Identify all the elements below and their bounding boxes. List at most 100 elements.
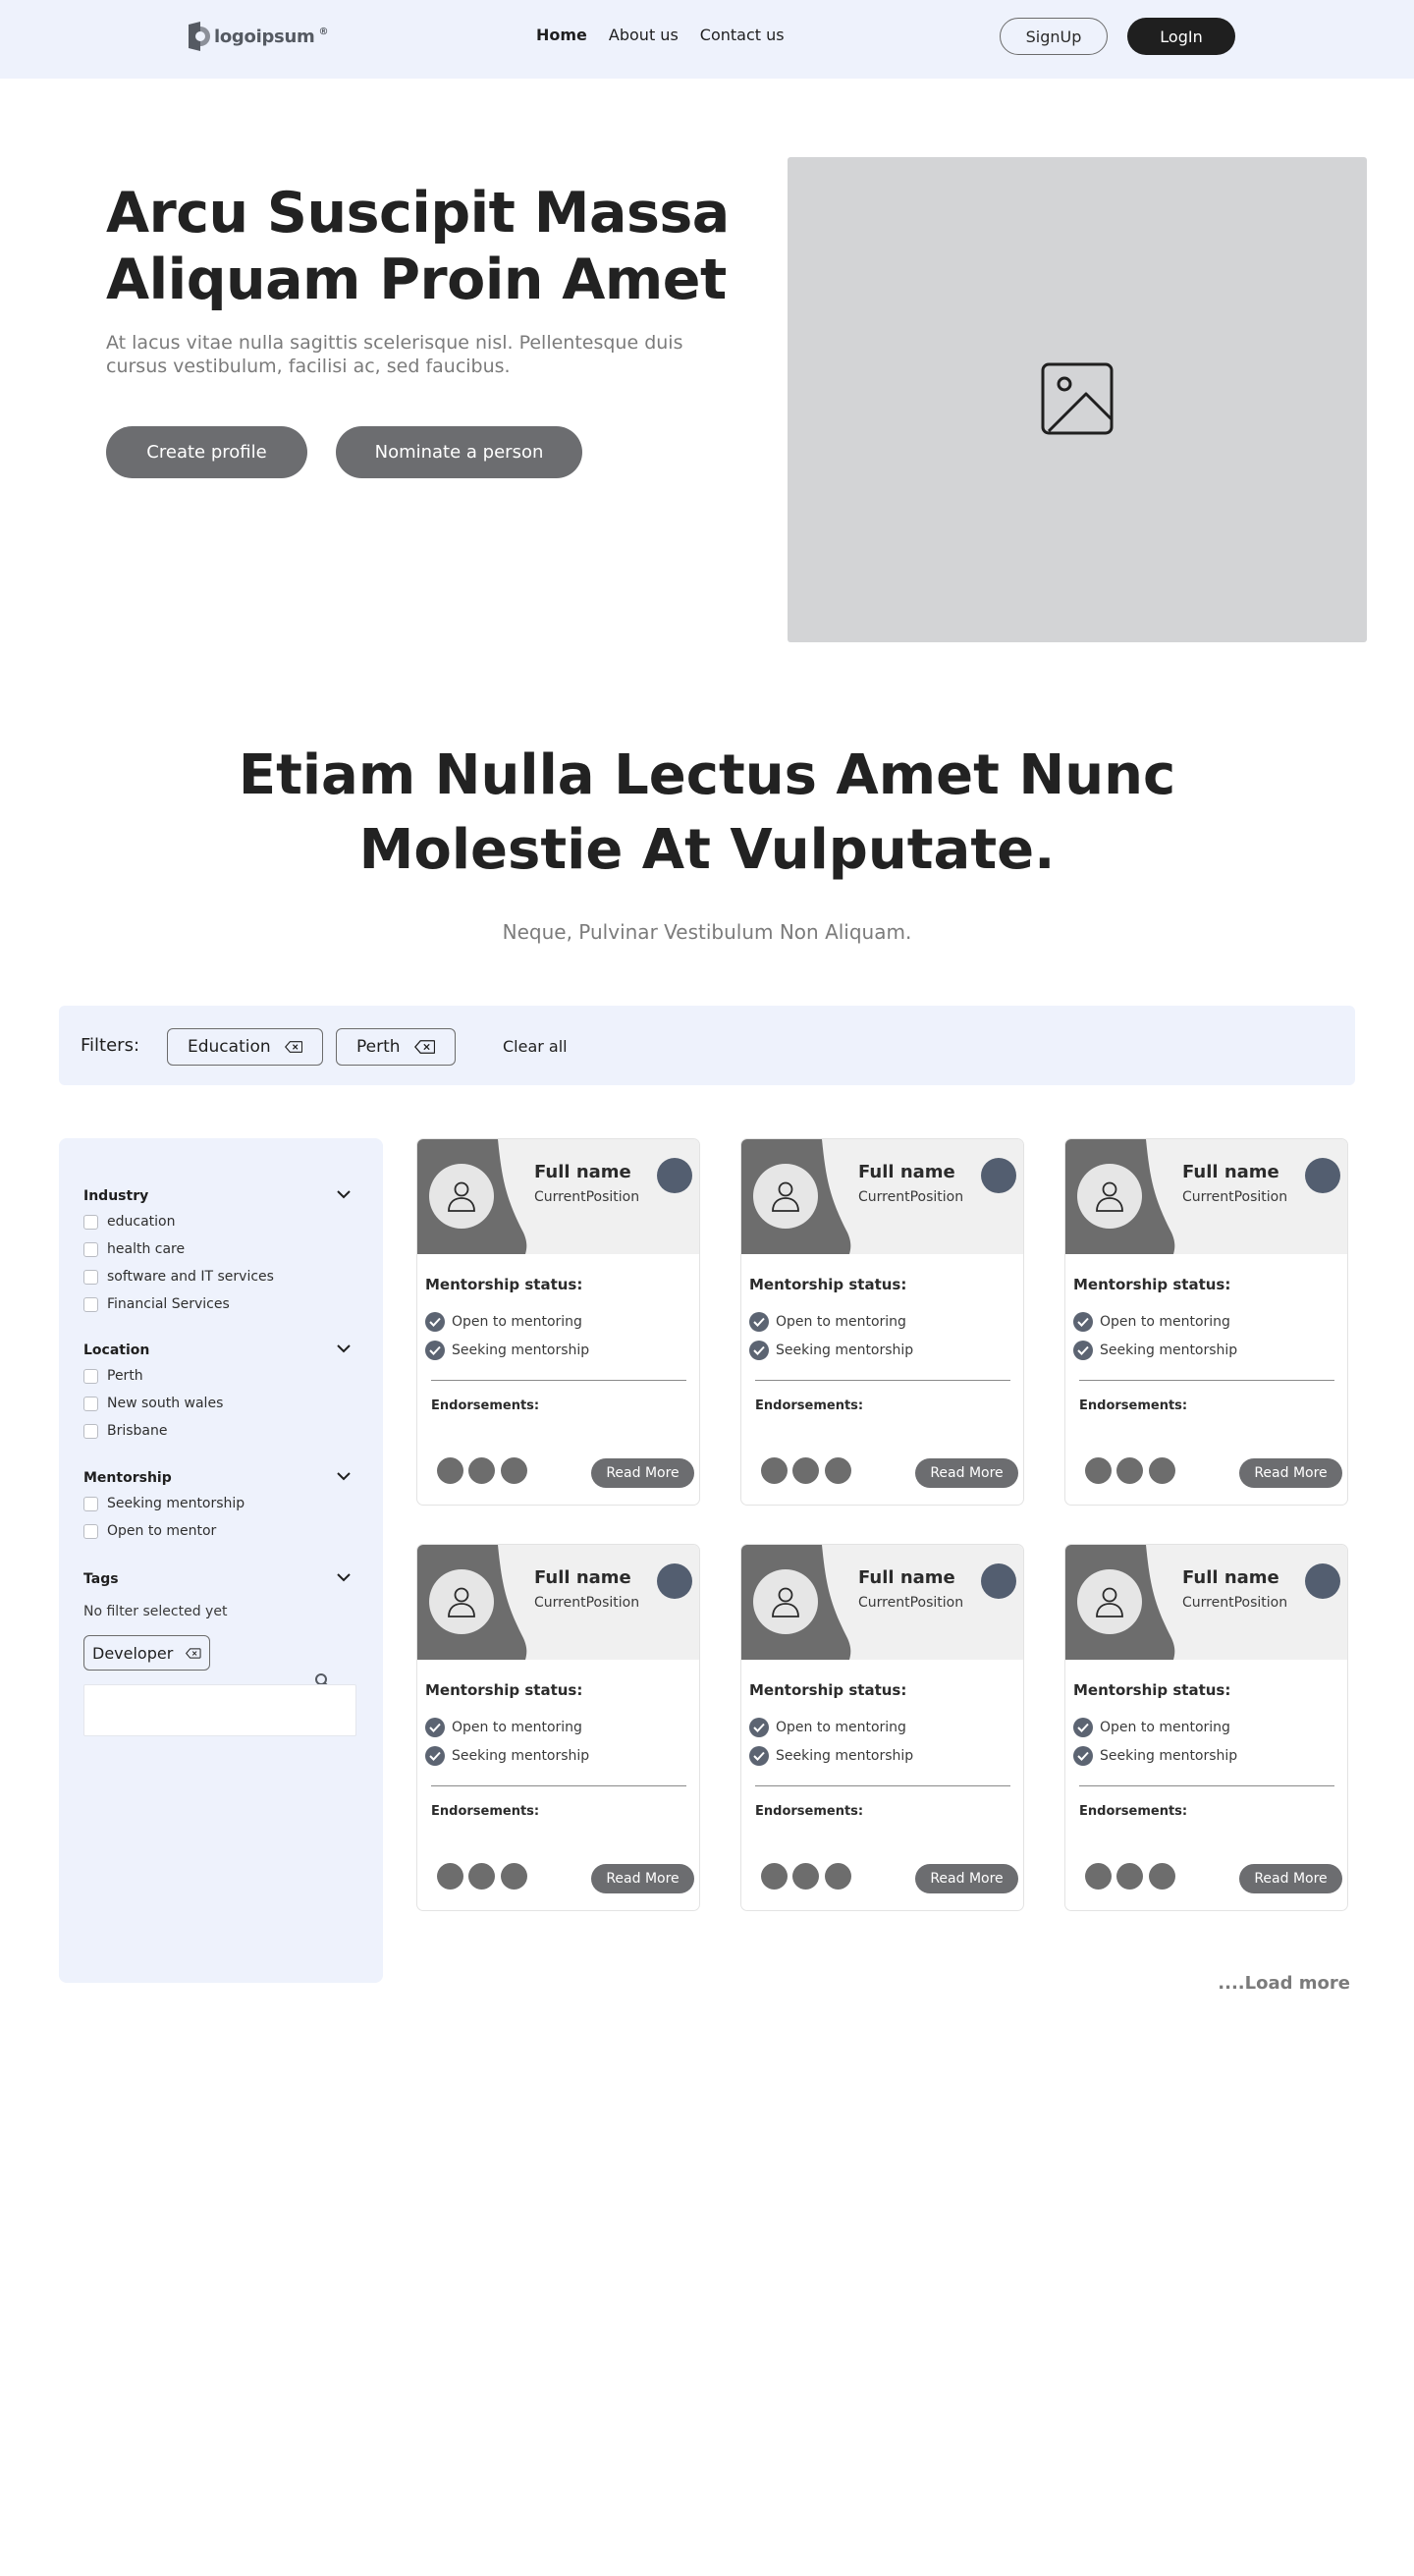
mentor-card[interactable]: Full name CurrentPosition Mentorship sta… <box>1064 1544 1348 1911</box>
check-circle-icon <box>1073 1718 1093 1737</box>
endorser-avatar[interactable] <box>468 1863 495 1890</box>
industry-option[interactable]: education <box>83 1214 175 1230</box>
read-more-button[interactable]: Read More <box>1239 1458 1342 1488</box>
nominate-person-button[interactable]: Nominate a person <box>336 426 582 478</box>
checkbox[interactable] <box>83 1241 98 1257</box>
mentor-card[interactable]: Full name CurrentPosition Mentorship sta… <box>740 1138 1024 1506</box>
tag-search-input[interactable] <box>83 1684 356 1736</box>
checkbox[interactable] <box>83 1523 98 1539</box>
mentorship-option[interactable]: Seeking mentorship <box>83 1496 245 1511</box>
checkbox[interactable] <box>83 1368 98 1384</box>
endorser-avatar[interactable] <box>1116 1863 1143 1890</box>
check-label: Seeking mentorship <box>776 1343 914 1358</box>
section-title: Etiam Nulla Lectus Amet Nunc Molestie At… <box>238 743 1176 882</box>
endorser-avatar[interactable] <box>1085 1457 1112 1484</box>
endorser-avatar[interactable] <box>761 1863 788 1890</box>
status-dot <box>981 1158 1016 1193</box>
endorser-avatar[interactable] <box>1149 1457 1175 1484</box>
endorser-avatar[interactable] <box>761 1457 788 1484</box>
mentor-card[interactable]: Full name CurrentPosition Mentorship sta… <box>416 1138 700 1506</box>
logo-mark-icon <box>189 22 210 51</box>
backspace-remove-icon[interactable] <box>413 1039 435 1055</box>
avatar <box>1077 1569 1142 1634</box>
endorser-avatar[interactable] <box>501 1863 527 1890</box>
check-circle-icon <box>749 1341 769 1360</box>
mentor-card[interactable]: Full name CurrentPosition Mentorship sta… <box>416 1544 700 1911</box>
nav-link-contact[interactable]: Contact us <box>700 26 785 44</box>
endorsements-title: Endorsements: <box>1079 1804 1188 1819</box>
card-header: Full name CurrentPosition <box>417 1139 699 1254</box>
card-name: Full name <box>1182 1162 1279 1182</box>
user-icon <box>1096 1587 1123 1617</box>
industry-option[interactable]: Financial Services <box>83 1296 230 1312</box>
read-more-button[interactable]: Read More <box>1239 1864 1342 1893</box>
backspace-remove-icon[interactable] <box>284 1039 302 1055</box>
checkbox[interactable] <box>83 1396 98 1411</box>
read-more-button[interactable]: Read More <box>915 1458 1018 1488</box>
check-open-to-mentoring: Open to mentoring <box>1073 1312 1230 1332</box>
nav-link-about[interactable]: About us <box>609 26 679 44</box>
checkbox[interactable] <box>83 1214 98 1230</box>
location-option[interactable]: Perth <box>83 1368 143 1384</box>
user-icon <box>448 1181 475 1212</box>
endorser-avatar[interactable] <box>1085 1863 1112 1890</box>
endorser-avatar[interactable] <box>437 1863 463 1890</box>
chevron-down-icon[interactable] <box>336 1470 352 1482</box>
check-circle-icon <box>749 1746 769 1766</box>
divider <box>1079 1380 1334 1381</box>
read-more-button[interactable]: Read More <box>915 1864 1018 1893</box>
chevron-down-icon[interactable] <box>336 1343 352 1354</box>
endorser-avatar[interactable] <box>501 1457 527 1484</box>
check-circle-icon <box>425 1312 445 1332</box>
check-label: Seeking mentorship <box>776 1748 914 1764</box>
checkbox[interactable] <box>83 1423 98 1439</box>
card-header: Full name CurrentPosition <box>1065 1139 1347 1254</box>
login-button[interactable]: LogIn <box>1127 18 1235 55</box>
endorser-avatar[interactable] <box>468 1457 495 1484</box>
mentor-card[interactable]: Full name CurrentPosition Mentorship sta… <box>1064 1138 1348 1506</box>
industry-option[interactable]: health care <box>83 1241 185 1257</box>
check-label: Open to mentoring <box>452 1720 582 1735</box>
load-more-button[interactable]: ....Load more <box>1208 1973 1350 1994</box>
checkbox[interactable] <box>83 1269 98 1285</box>
check-seeking-mentorship: Seeking mentorship <box>425 1746 589 1766</box>
check-label: Seeking mentorship <box>1100 1343 1238 1358</box>
checkbox[interactable] <box>83 1496 98 1511</box>
option-label: Open to mentor <box>107 1523 217 1539</box>
mentor-card[interactable]: Full name CurrentPosition Mentorship sta… <box>740 1544 1024 1911</box>
avatar <box>753 1569 818 1634</box>
clear-all-button[interactable]: Clear all <box>503 1037 568 1056</box>
endorser-avatar[interactable] <box>792 1457 819 1484</box>
nav-link-home[interactable]: Home <box>536 26 587 44</box>
endorser-avatar[interactable] <box>1149 1863 1175 1890</box>
logo[interactable]: logoipsum ® <box>187 22 328 51</box>
option-label: Seeking mentorship <box>107 1496 245 1511</box>
endorser-avatar[interactable] <box>825 1863 851 1890</box>
logo-text: logoipsum <box>214 26 315 47</box>
divider <box>431 1380 686 1381</box>
endorser-avatar[interactable] <box>825 1457 851 1484</box>
endorser-avatar[interactable] <box>1116 1457 1143 1484</box>
location-option[interactable]: Brisbane <box>83 1423 168 1439</box>
industry-option[interactable]: software and IT services <box>83 1269 274 1285</box>
chevron-down-icon[interactable] <box>336 1188 352 1200</box>
backspace-remove-icon[interactable] <box>186 1646 201 1661</box>
signup-button[interactable]: SignUp <box>1000 18 1108 55</box>
read-more-button[interactable]: Read More <box>591 1864 694 1893</box>
location-option[interactable]: New south wales <box>83 1396 223 1411</box>
filter-chip-perth[interactable]: Perth <box>336 1028 456 1066</box>
endorsements-title: Endorsements: <box>431 1398 540 1413</box>
endorser-avatar[interactable] <box>437 1457 463 1484</box>
tag-chip-developer[interactable]: Developer <box>83 1635 210 1671</box>
card-position: CurrentPosition <box>534 1189 640 1205</box>
endorser-avatar[interactable] <box>792 1863 819 1890</box>
read-more-button[interactable]: Read More <box>591 1458 694 1488</box>
option-label: Brisbane <box>107 1423 168 1439</box>
location-title: Location <box>83 1343 150 1358</box>
filter-chip-education[interactable]: Education <box>167 1028 323 1066</box>
mentorship-option[interactable]: Open to mentor <box>83 1523 216 1539</box>
checkbox[interactable] <box>83 1296 98 1312</box>
create-profile-button[interactable]: Create profile <box>106 426 307 478</box>
chevron-down-icon[interactable] <box>336 1571 352 1583</box>
hero-image-placeholder <box>788 157 1367 642</box>
